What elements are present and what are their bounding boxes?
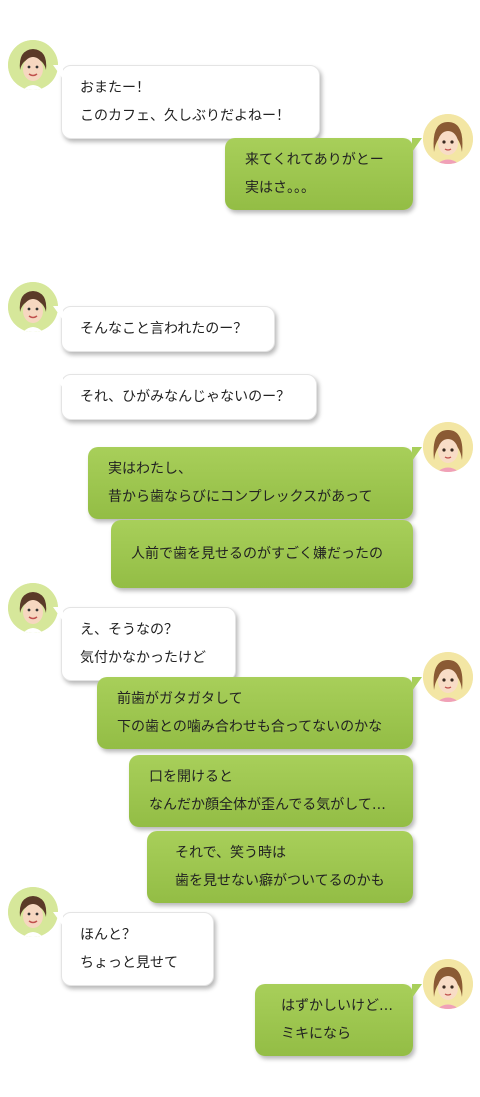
message-bubble-friend: おまたー！ このカフェ、久しぶりだよねー！ <box>53 65 320 139</box>
avatar-friend <box>8 887 58 937</box>
message-line: 昔から歯ならびにコンプレックスがあって <box>108 489 373 505</box>
message-line: ちょっと見せて <box>80 955 178 971</box>
message-line: 人前で歯を見せるのがすごく嫌だったの <box>131 546 383 562</box>
message-bubble-me: それで、笑う時は 歯を見せない癖がついてるのかも <box>147 831 413 903</box>
message-bubble-me: はずかしいけど… ミキになら <box>255 984 422 1056</box>
message-bubble-friend: え、そうなの？ 気付かなかったけど <box>53 607 236 681</box>
message-line: それで、笑う時は <box>175 845 287 861</box>
message-line: え、そうなの？ <box>80 622 178 638</box>
avatar-me <box>423 959 473 1009</box>
message-line: 実はわたし、 <box>108 461 192 477</box>
message-line: 来てくれてありがとー <box>245 152 384 168</box>
message-line: 下の歯との噛み合わせも合ってないのかな <box>117 719 383 735</box>
message-bubble-friend: そんなこと言われたのー？ <box>53 306 275 352</box>
message-bubble-me: 来てくれてありがとー 実はさ。。。 <box>225 138 422 210</box>
message-bubble-friend: ほんと？ ちょっと見せて <box>53 912 214 986</box>
avatar-me <box>423 652 473 702</box>
message-line: 前歯がガタガタして <box>117 691 243 707</box>
message-line: そんなこと言われたのー？ <box>80 321 248 337</box>
message-bubble-me: 口を開けると なんだか顔全体が歪んでる気がして… <box>129 755 413 827</box>
avatar-me <box>423 114 473 164</box>
message-line: なんだか顔全体が歪んでる気がして… <box>149 797 386 813</box>
message-line: ミキになら <box>281 1026 351 1042</box>
message-line: 口を開けると <box>149 769 233 785</box>
message-bubble-me: 人前で歯を見せるのがすごく嫌だったの <box>111 520 413 588</box>
message-line: それ、ひがみなんじゃないのー？ <box>80 389 291 405</box>
message-line: はずかしいけど… <box>281 998 393 1014</box>
message-line: このカフェ、久しぶりだよねー！ <box>80 108 290 124</box>
message-line: 気付かなかったけど <box>80 650 206 666</box>
message-bubble-friend: それ、ひがみなんじゃないのー？ <box>53 374 317 420</box>
message-line: ほんと？ <box>80 927 136 943</box>
message-bubble-me: 前歯がガタガタして 下の歯との噛み合わせも合ってないのかな <box>97 677 422 749</box>
avatar-friend <box>8 583 58 633</box>
message-bubble-me: 実はわたし、 昔から歯ならびにコンプレックスがあって <box>88 447 422 519</box>
avatar-me <box>423 422 473 472</box>
message-line: 実はさ。。。 <box>245 180 315 196</box>
avatar-friend <box>8 40 58 90</box>
message-line: 歯を見せない癖がついてるのかも <box>175 873 385 889</box>
message-line: おまたー！ <box>80 80 150 96</box>
avatar-friend <box>8 282 58 332</box>
